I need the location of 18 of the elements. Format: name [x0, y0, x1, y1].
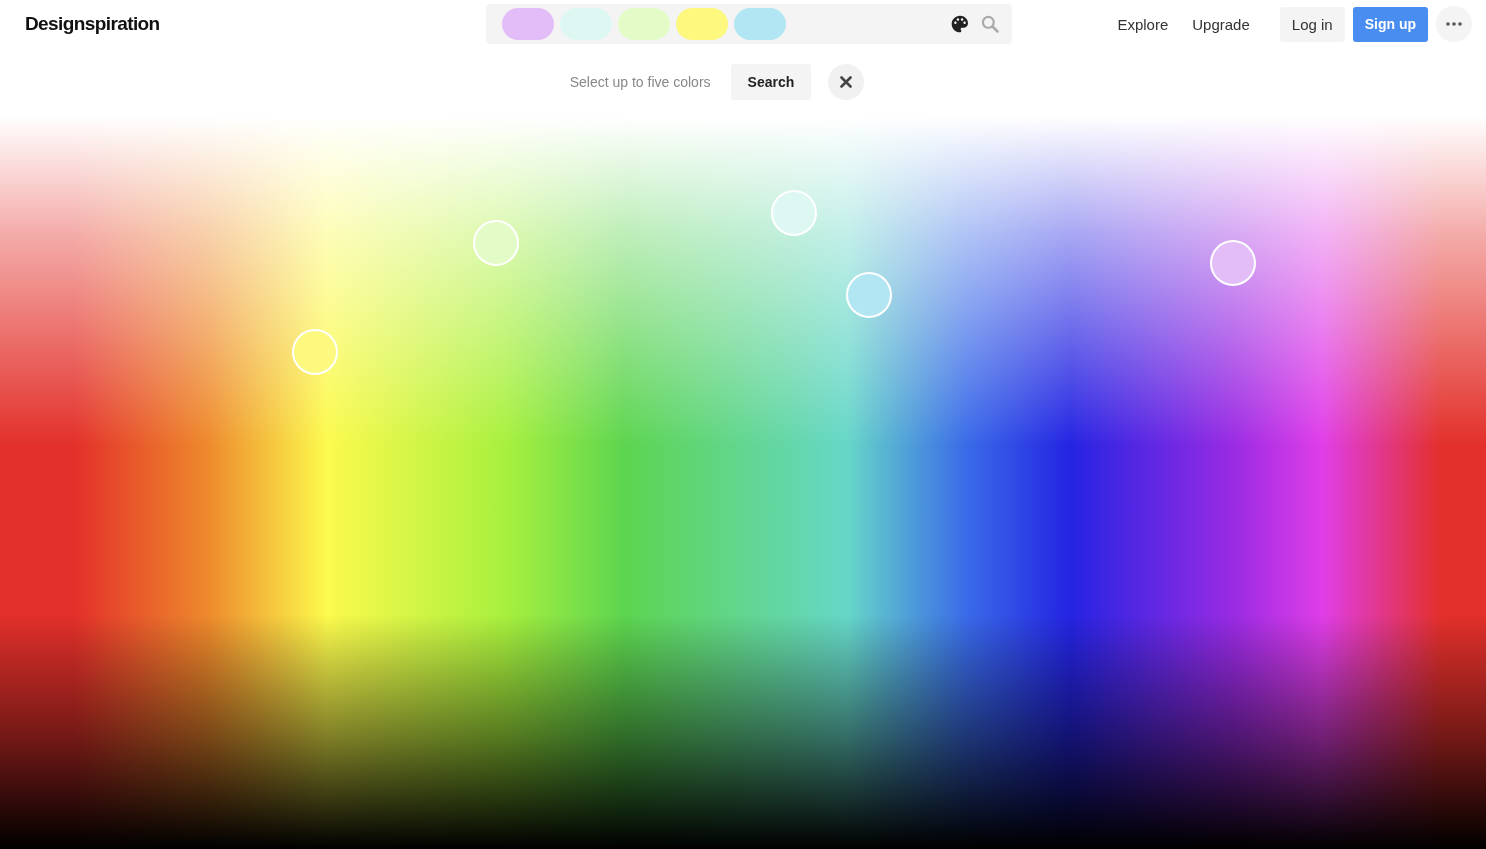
nav-link[interactable]: Explore — [1109, 15, 1177, 33]
more-icon — [1446, 22, 1462, 26]
color-swatch[interactable] — [502, 8, 554, 40]
search-button[interactable]: Search — [730, 64, 812, 100]
more-button[interactable] — [1436, 6, 1472, 42]
close-icon — [840, 76, 853, 88]
login-button[interactable]: Log in — [1279, 6, 1345, 42]
palette-icon[interactable] — [950, 14, 970, 34]
logo[interactable]: Designspiration — [25, 13, 486, 35]
nav-link[interactable]: Upgrade — [1184, 15, 1258, 33]
color-swatch[interactable] — [676, 8, 728, 40]
close-button[interactable] — [828, 64, 865, 100]
color-swatch[interactable] — [618, 8, 670, 40]
color-marker[interactable] — [292, 329, 339, 375]
color-swatch[interactable] — [734, 8, 786, 40]
search-icon[interactable] — [980, 14, 1000, 34]
picker-hint: Select up to five colors — [569, 74, 711, 90]
color-spectrum[interactable] — [0, 116, 1486, 849]
